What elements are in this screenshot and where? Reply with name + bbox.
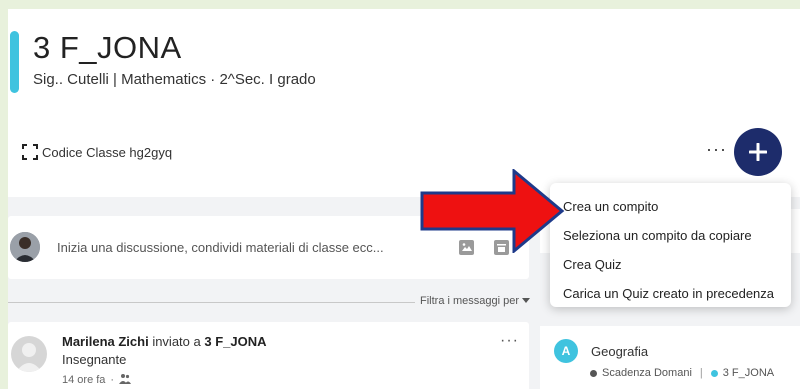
class-code-label: Codice Classe hg2gyq bbox=[42, 144, 173, 160]
avatar bbox=[11, 336, 47, 372]
class-title: 3 F_JONA bbox=[33, 30, 182, 65]
menu-item-upload-quiz[interactable]: Carica un Quiz creato in precedenza bbox=[550, 279, 791, 308]
upcoming-assignment-card[interactable]: A Geografia Scadenza Domani | 3 F_JONA bbox=[540, 326, 800, 389]
avatar bbox=[10, 232, 40, 262]
assignment-meta: Scadenza Domani | 3 F_JONA bbox=[590, 367, 774, 379]
separator-dot: · bbox=[110, 374, 115, 386]
feed-divider bbox=[8, 302, 415, 303]
message-time: 14 ore fa · bbox=[62, 373, 132, 387]
class-subtitle: Sig.. Cutelli | Mathematics · 2^Sec. I g… bbox=[33, 71, 316, 88]
assignment-deadline: Scadenza Domani bbox=[602, 367, 692, 379]
plus-icon bbox=[749, 143, 767, 161]
app-frame: 3 F_JONA Sig.. Cutelli | Mathematics · 2… bbox=[8, 9, 800, 389]
create-menu: Crea un compito Seleziona un compito da … bbox=[550, 183, 791, 307]
menu-item-create-quiz[interactable]: Crea Quiz bbox=[550, 250, 791, 279]
menu-item-create-assignment[interactable]: Crea un compito bbox=[550, 192, 791, 221]
clock-icon bbox=[590, 369, 597, 377]
caret-down-icon bbox=[522, 295, 531, 307]
assignment-class: 3 F_JONA bbox=[722, 367, 775, 379]
message-target[interactable]: 3 F_JONA bbox=[204, 334, 266, 349]
add-button[interactable] bbox=[734, 128, 782, 176]
class-color-dot bbox=[710, 369, 718, 377]
fullscreen-icon bbox=[22, 144, 38, 160]
message-header: Marilena Zichi inviato a 3 F_JONA bbox=[62, 334, 267, 349]
message-role: Insegnante bbox=[62, 352, 127, 367]
more-options-button[interactable]: ··· bbox=[706, 140, 727, 158]
red-arrow-annotation bbox=[420, 169, 565, 253]
assignment-icon: A bbox=[554, 339, 578, 363]
menu-item-copy-assignment[interactable]: Seleziona un compito da copiare bbox=[550, 221, 791, 250]
message-timestamp: 14 ore fa bbox=[62, 374, 106, 386]
message-action: inviato a bbox=[148, 334, 205, 349]
message-more-button[interactable]: ··· bbox=[500, 333, 519, 349]
filter-messages-dropdown[interactable]: Filtra i messaggi per bbox=[420, 295, 531, 307]
message-card[interactable]: Marilena Zichi inviato a 3 F_JONA Insegn… bbox=[8, 322, 529, 389]
post-input-placeholder[interactable]: Inizia una discussione, condividi materi… bbox=[57, 240, 384, 255]
class-code-button[interactable]: Codice Classe hg2gyq bbox=[22, 144, 172, 160]
class-color-bar bbox=[10, 31, 19, 93]
message-author[interactable]: Marilena Zichi bbox=[62, 334, 149, 349]
assignment-subject[interactable]: Geografia bbox=[591, 344, 648, 359]
filter-label: Filtra i messaggi per bbox=[420, 295, 520, 307]
meta-separator: | bbox=[699, 367, 703, 379]
group-icon bbox=[119, 373, 132, 387]
class-header: 3 F_JONA Sig.. Cutelli | Mathematics · 2… bbox=[8, 9, 800, 197]
